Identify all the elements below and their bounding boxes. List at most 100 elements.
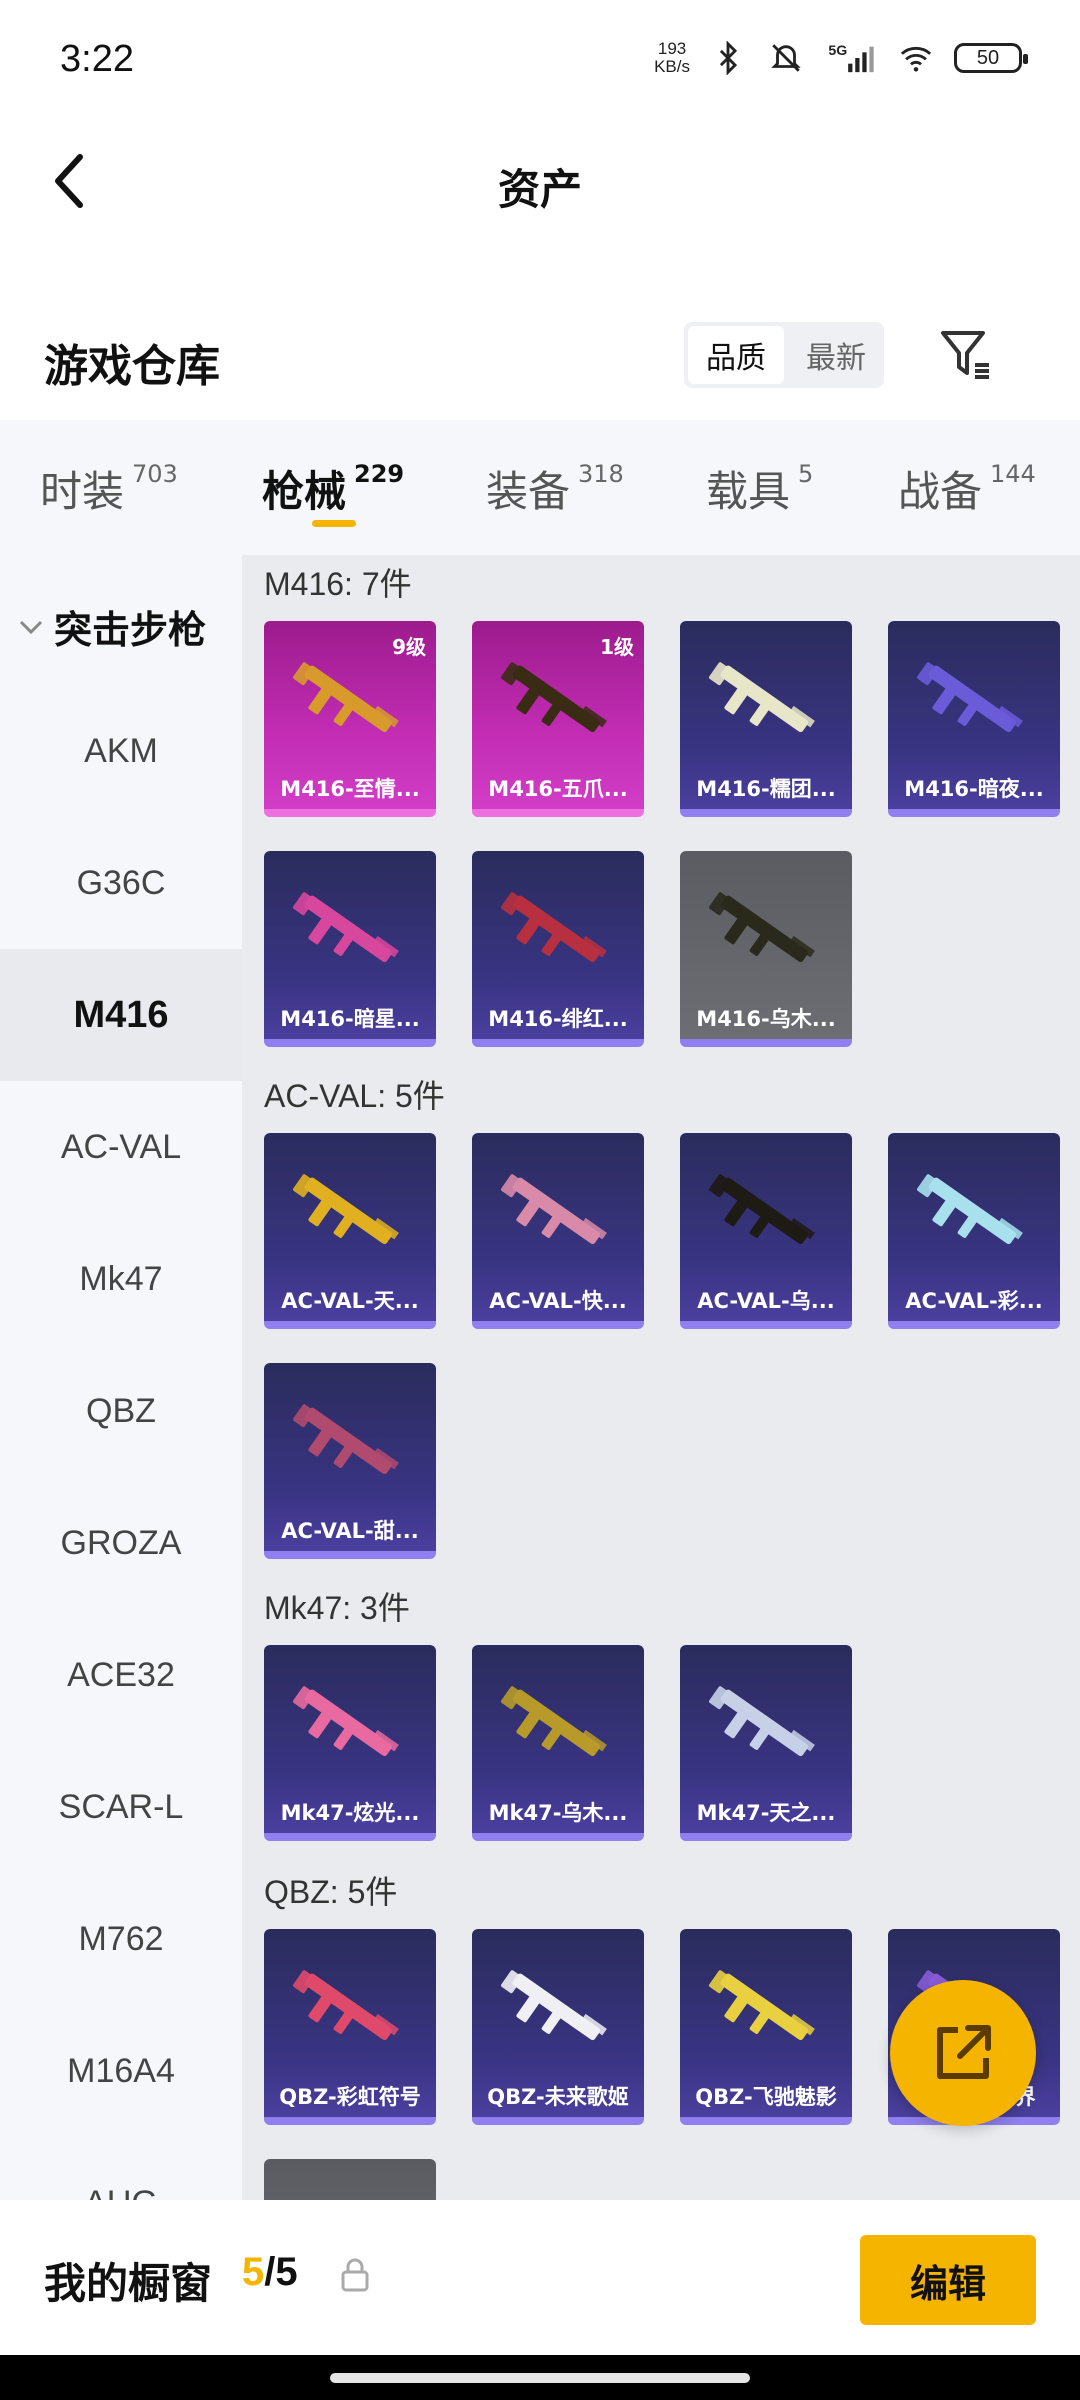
weapon-grid: M416: 7件 AC-VAL: 5件 Mk47: 3件 QBZ: 5件 9级 M…: [242, 555, 1080, 2200]
skin-name-label: M416-绯红...: [488, 1007, 628, 1031]
home-gesture-handle[interactable]: [330, 2373, 750, 2383]
weapon-skin-image: [709, 1970, 815, 2041]
sidebar-item-aug[interactable]: AUG: [0, 2137, 242, 2201]
section-title-ac-val: AC-VAL: 5件: [264, 1078, 445, 1114]
weapon-skin-card[interactable]: M416-乌木...: [680, 851, 852, 1047]
weapon-skin-card[interactable]: 9级 M416-至情...: [264, 621, 436, 817]
sidebar-item-m16a4[interactable]: M16A4: [0, 2005, 242, 2137]
section-title-m416: M416: 7件: [264, 566, 412, 602]
weapon-skin-card[interactable]: AC-VAL-甜...: [264, 1363, 436, 1559]
net-speed-unit: KB/s: [654, 57, 690, 76]
weapon-sidebar: 突击步枪 AKM G36C M416 AC-VAL Mk47 QBZ GROZA…: [0, 555, 242, 2200]
weapon-skin-card[interactable]: [264, 2159, 436, 2200]
skin-name-label: AC-VAL-甜...: [281, 1519, 419, 1543]
app-header: 资产: [0, 120, 1080, 240]
tab-equipment[interactable]: 装备 318: [486, 458, 624, 519]
sidebar-item-m416[interactable]: M416: [0, 949, 242, 1081]
filter-button[interactable]: [934, 322, 1000, 388]
net-speed: 193 KB/s: [654, 40, 690, 76]
weapon-skin-image: [293, 892, 399, 963]
skin-name-label: AC-VAL-彩...: [905, 1289, 1043, 1313]
sidebar-item-akm[interactable]: AKM: [0, 685, 242, 817]
weapon-skin-card[interactable]: QBZ-彩虹符号: [264, 1929, 436, 2125]
weapon-skin-card[interactable]: M416-暗夜...: [888, 621, 1060, 817]
status-icons: 193 KB/s 5G 50: [654, 40, 1028, 76]
skin-level-badge: 1级: [600, 635, 634, 659]
edit-button[interactable]: 编辑: [860, 2235, 1036, 2325]
active-tab-indicator: [312, 520, 356, 527]
weapon-skin-card[interactable]: M416-糯团...: [680, 621, 852, 817]
tab-fashion[interactable]: 时装 703: [40, 458, 178, 519]
weapon-skin-card[interactable]: Mk47-乌木...: [472, 1645, 644, 1841]
section-title-mk47: Mk47: 3件: [264, 1590, 410, 1626]
skin-name-label: QBZ-飞驰魅影: [695, 2085, 837, 2109]
tab-count: 318: [578, 460, 624, 488]
filter-icon: [941, 331, 989, 379]
weapon-skin-card[interactable]: AC-VAL-乌...: [680, 1133, 852, 1329]
skin-name-label: AC-VAL-天...: [281, 1289, 419, 1313]
tab-label: 时装: [40, 467, 125, 516]
warehouse-title: 游戏仓库: [44, 341, 220, 392]
weapon-skin-card[interactable]: QBZ-未来歌姬: [472, 1929, 644, 2125]
page-title: 资产: [497, 165, 582, 214]
external-link-icon: [937, 2025, 991, 2079]
sidebar-item-mk47[interactable]: Mk47: [0, 1213, 242, 1345]
sidebar-item-groza[interactable]: GROZA: [0, 1477, 242, 1609]
sidebar-item-m762[interactable]: M762: [0, 1873, 242, 2005]
sidebar-item-g36c[interactable]: G36C: [0, 817, 242, 949]
status-time: 3:22: [60, 38, 134, 80]
weapon-skin-card[interactable]: AC-VAL-彩...: [888, 1133, 1060, 1329]
sort-newest-button[interactable]: 最新: [788, 322, 884, 388]
weapon-skin-card[interactable]: M416-绯红...: [472, 851, 644, 1047]
skin-name-label: AC-VAL-乌...: [697, 1289, 835, 1313]
weapon-skin-card[interactable]: Mk47-天之...: [680, 1645, 852, 1841]
battery-icon: 50: [954, 43, 1028, 73]
mute-icon: [771, 44, 801, 72]
net-speed-value: 193: [657, 39, 687, 58]
sidebar-item-ace32[interactable]: ACE32: [0, 1609, 242, 1741]
weapon-skin-card[interactable]: AC-VAL-快...: [472, 1133, 644, 1329]
weapon-skin-card[interactable]: AC-VAL-天...: [264, 1133, 436, 1329]
skin-name-label: QBZ-未来歌姬: [487, 2085, 629, 2109]
tab-count: 144: [990, 460, 1036, 488]
skin-name-label: M416-乌木...: [696, 1007, 836, 1031]
weapon-skin-image: [501, 892, 607, 963]
sidebar-group-label: 突击步枪: [54, 608, 207, 652]
skin-name-label: AC-VAL-快...: [489, 1289, 627, 1313]
weapon-skin-image: [293, 1404, 399, 1475]
sidebar-item-ac-val[interactable]: AC-VAL: [0, 1081, 242, 1213]
share-fab-button[interactable]: [890, 1980, 1036, 2126]
weapon-skin-card[interactable]: Mk47-炫光...: [264, 1645, 436, 1841]
showcase-count: 5/5: [242, 2250, 298, 2295]
weapon-skin-image: [501, 662, 607, 733]
weapon-skin-card[interactable]: 1级 M416-五爪...: [472, 621, 644, 817]
skin-name-label: M416-暗星...: [280, 1007, 420, 1031]
skin-name-label: M416-糯团...: [696, 777, 836, 801]
tab-count: 703: [132, 460, 178, 488]
sidebar-item-scar-l[interactable]: SCAR-L: [0, 1741, 242, 1873]
skin-name-label: QBZ-彩虹符号: [279, 2085, 421, 2109]
tab-supplies[interactable]: 战备 144: [898, 458, 1036, 519]
network-type: 5G: [828, 43, 847, 59]
sidebar-item-qbz[interactable]: QBZ: [0, 1345, 242, 1477]
wifi-icon: [900, 46, 932, 72]
status-bar: 3:22 193 KB/s 5G 50: [0, 0, 1080, 120]
showcase-bar: 我的橱窗 5/5 编辑: [0, 2200, 1080, 2355]
section-title-qbz: QBZ: 5件: [264, 1874, 398, 1910]
weapon-skin-card[interactable]: QBZ-飞驰魅影: [680, 1929, 852, 2125]
tab-label: 枪械: [262, 467, 347, 516]
weapon-skin-image: [917, 1174, 1023, 1245]
tab-label: 装备: [486, 467, 571, 516]
weapon-skin-card[interactable]: M416-暗星...: [264, 851, 436, 1047]
tab-vehicles[interactable]: 载具 5: [706, 458, 813, 519]
tab-guns[interactable]: 枪械 229: [262, 458, 404, 519]
weapon-skin-image: [290, 2183, 410, 2200]
weapon-skin-image: [917, 662, 1023, 733]
skin-name-label: Mk47-乌木...: [488, 1801, 628, 1825]
tab-label: 战备: [898, 467, 983, 516]
sidebar-group-assault-rifles[interactable]: 突击步枪: [18, 599, 206, 654]
chevron-down-icon: [19, 620, 43, 634]
skin-name-label: M416-至情...: [280, 777, 420, 801]
sort-quality-button[interactable]: 品质: [688, 326, 784, 384]
showcase-count-used: 5: [242, 2250, 265, 2294]
